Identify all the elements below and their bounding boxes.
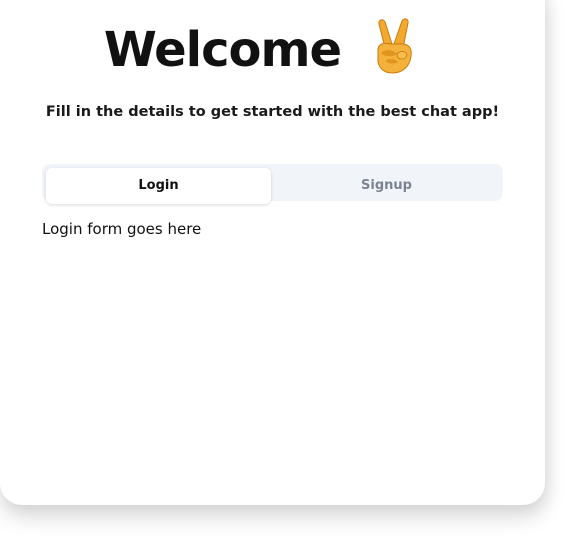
title-row: Welcome [0,18,520,78]
subtitle: Fill in the details to get started with … [45,104,500,120]
auth-tabs: Login Signup [42,164,503,204]
page-title: Welcome [103,22,342,78]
victory-hand-icon [370,18,416,74]
tab-signup[interactable]: Signup [274,168,499,204]
tab-login[interactable]: Login [46,168,271,204]
login-form-placeholder: Login form goes here [42,220,202,238]
